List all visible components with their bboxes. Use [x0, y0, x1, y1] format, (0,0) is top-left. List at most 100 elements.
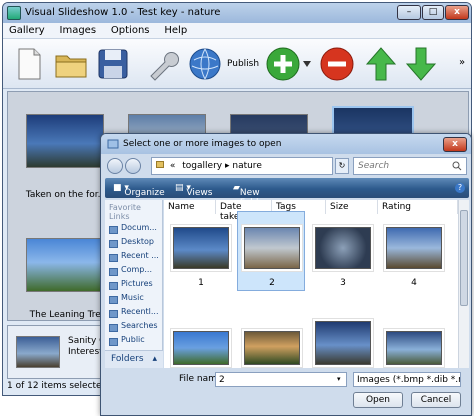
sidebar-item-searches[interactable]: Searches [105, 321, 162, 335]
dialog-footer: File name: 2 ▾ Images (*.bmp *.dib *.rle… [105, 370, 469, 415]
back-button[interactable] [107, 158, 123, 174]
search-icon[interactable] [452, 161, 462, 171]
help-button[interactable]: ? [455, 183, 465, 193]
address-box[interactable]: « togallery ▸ nature [151, 157, 333, 175]
desktop-icon [109, 240, 118, 248]
file-thumbnail[interactable] [241, 224, 303, 272]
sidebar-item-label: Recentl... [121, 307, 159, 316]
file-thumbnail[interactable] [241, 328, 303, 368]
address-segment-nature[interactable]: nature [232, 161, 262, 171]
file-name[interactable]: 2 [242, 278, 302, 288]
dialog-title: Select one or more images to open [123, 139, 282, 149]
column-header-name[interactable]: Name [164, 200, 216, 214]
sidebar-item-label: Docum... [121, 223, 157, 232]
new-folder-button[interactable]: ▰ New Folder [233, 183, 268, 208]
dialog-app-icon [107, 139, 119, 149]
recently-changed-icon [109, 310, 118, 318]
file-name[interactable]: 1 [171, 278, 231, 288]
sidebar-item-music[interactable]: Music [105, 293, 162, 307]
sidebar-item-desktop[interactable]: Desktop [105, 237, 162, 251]
file-thumbnail[interactable] [312, 318, 374, 368]
open-folder-icon[interactable] [53, 46, 89, 82]
minimize-button[interactable]: – [397, 5, 421, 20]
sidebar-item-label: Pictures [121, 279, 153, 288]
searches-icon [109, 324, 118, 332]
file-image [386, 331, 442, 365]
settings-wrench-icon[interactable] [143, 46, 179, 82]
maximize-button[interactable]: □ [422, 5, 444, 20]
organize-label: Organize [124, 188, 165, 198]
sidebar-item-pictures[interactable]: Pictures [105, 279, 162, 293]
sidebar-item-label: Public [121, 335, 145, 344]
remove-image-icon[interactable] [319, 46, 355, 82]
save-icon[interactable] [95, 46, 131, 82]
add-image-icon[interactable] [265, 46, 301, 82]
menu-help[interactable]: Help [158, 23, 193, 38]
chevron-up-icon: ▴ [152, 354, 157, 364]
move-up-arrow-icon[interactable] [363, 46, 399, 82]
column-header-rating[interactable]: Rating [378, 200, 458, 214]
publish-globe-icon[interactable] [187, 46, 223, 82]
file-thumbnail[interactable] [383, 224, 445, 272]
menu-images[interactable]: Images [54, 23, 103, 38]
forward-button[interactable] [125, 158, 141, 174]
file-name[interactable]: 4 [384, 278, 444, 288]
file-image [315, 321, 371, 365]
file-list-pane: Name Date taken Tags Size Rating 1 2 3 4 [164, 200, 469, 368]
recent-places-icon [109, 254, 118, 262]
file-thumbnail[interactable] [312, 224, 374, 272]
menu-options[interactable]: Options [105, 23, 156, 38]
gallery-thumbnail[interactable] [26, 114, 104, 168]
file-image [173, 227, 229, 269]
file-image [386, 227, 442, 269]
cancel-button[interactable]: Cancel [411, 392, 461, 408]
folder-icon [156, 161, 164, 168]
column-header-size[interactable]: Size [326, 200, 378, 214]
sidebar-item-label: Recent ... [121, 251, 159, 260]
move-down-arrow-icon[interactable] [403, 46, 439, 82]
file-thumbnail[interactable] [383, 328, 445, 368]
documents-icon [109, 226, 118, 234]
dialog-close-button[interactable]: x [443, 137, 467, 152]
address-segment-togallery[interactable]: togallery [182, 161, 222, 171]
file-image [315, 227, 371, 269]
file-thumbnail[interactable] [170, 328, 232, 368]
sidebar-item-documents[interactable]: Docum... [105, 223, 162, 237]
title-bar: Visual Slideshow 1.0 - Test key - nature… [3, 3, 471, 23]
file-name-dropdown[interactable]: ▾ [337, 375, 341, 383]
vertical-scrollbar[interactable] [458, 200, 469, 368]
search-placeholder: Search [358, 161, 390, 171]
menu-bar: Gallery Images Options Help [3, 23, 471, 39]
dialog-command-bar: ■ Organize ▾ ▤ Views ▾ ▰ New Folder ? [105, 178, 469, 208]
scrollbar-thumb[interactable] [460, 210, 468, 306]
new-gallery-icon[interactable] [11, 46, 47, 82]
sidebar-item-public[interactable]: Public [105, 335, 162, 349]
file-image [173, 331, 229, 365]
gallery-thumbnail[interactable] [26, 238, 104, 292]
sidebar-item-recently-changed[interactable]: Recentl... [105, 307, 162, 321]
organize-button[interactable]: ■ Organize ▾ [113, 183, 165, 198]
views-label: Views [186, 188, 213, 198]
sidebar-item-computer[interactable]: Comp... [105, 265, 162, 279]
refresh-button[interactable]: ↻ [335, 158, 349, 174]
chevron-down-icon[interactable] [303, 61, 311, 67]
folders-toggle[interactable]: Folders ▴ [105, 350, 163, 368]
close-button[interactable]: x [445, 5, 469, 20]
file-name-input[interactable]: 2 [215, 372, 347, 387]
sidebar-item-recent-places[interactable]: Recent ... [105, 251, 162, 265]
file-name[interactable]: 3 [313, 278, 373, 288]
toolbar-overflow-button[interactable]: » [459, 57, 465, 68]
search-input[interactable]: Search [353, 157, 467, 175]
file-type-select[interactable]: Images (*.bmp *.dib *.rle *.jpg [353, 372, 461, 387]
file-thumbnail[interactable] [170, 224, 232, 272]
menu-gallery[interactable]: Gallery [3, 23, 51, 38]
open-button[interactable]: Open [353, 392, 403, 408]
file-image [244, 331, 300, 365]
publish-label[interactable]: Publish [227, 59, 259, 69]
address-overflow[interactable]: « [170, 161, 176, 171]
computer-icon [109, 268, 118, 276]
views-button[interactable]: ▤ Views ▾ [175, 183, 212, 198]
pictures-icon [109, 282, 118, 290]
file-image [244, 227, 300, 269]
favorite-links-header: Favorite Links [109, 203, 141, 221]
